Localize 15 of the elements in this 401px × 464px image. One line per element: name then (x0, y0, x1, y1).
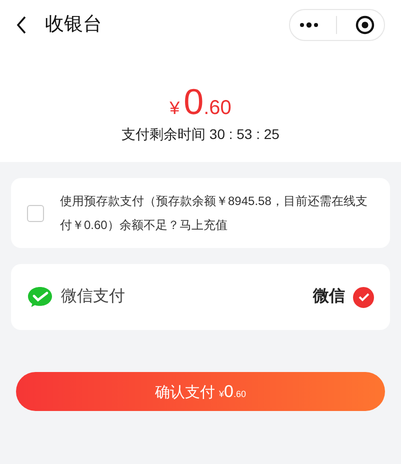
radio-check[interactable] (353, 286, 374, 308)
page-title: 收银台 (45, 12, 102, 37)
payment-method-name: 微信支付 (61, 286, 125, 307)
checkbox[interactable] (27, 204, 44, 222)
chat-check-icon (27, 286, 53, 308)
close-icon[interactable] (355, 15, 376, 35)
amount: ¥0.60 (168, 84, 232, 120)
payment-option[interactable]: 微信支付 微信 (11, 264, 390, 330)
payment-method-tag: 微信 (313, 285, 345, 309)
balance-text: 使用预存款支付（预存款余额￥8945.58，目前还需在线支付￥0.60）余额不足？马上充值 (60, 193, 368, 234)
countdown-time: 30 : 53 : 25 (209, 126, 280, 142)
checkmark-icon (358, 292, 370, 302)
countdown-label: 支付剩余时间 (122, 126, 206, 142)
back-icon[interactable] (16, 16, 27, 34)
more-icon[interactable] (298, 22, 319, 28)
